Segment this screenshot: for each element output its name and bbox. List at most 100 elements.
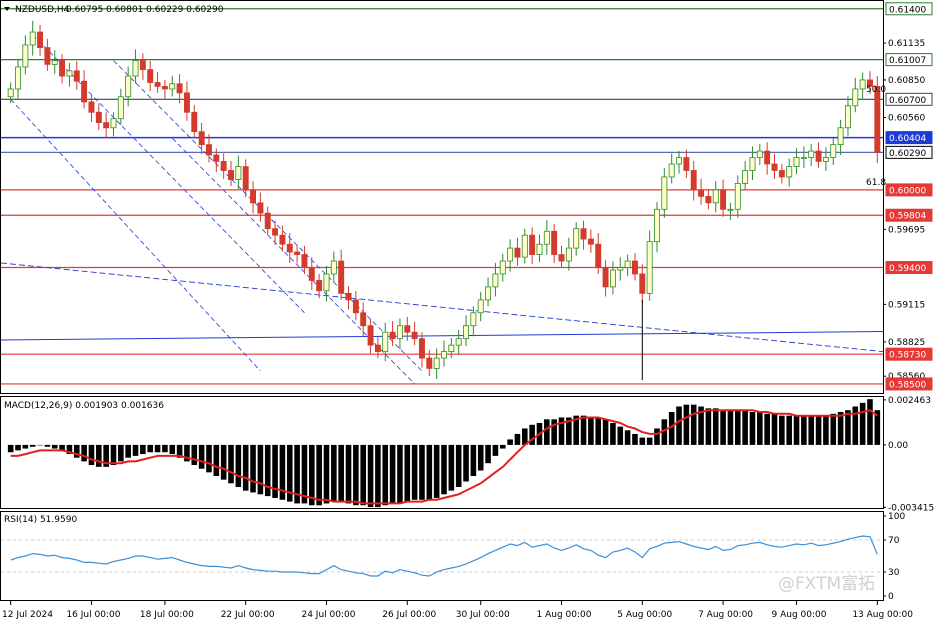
macd-bar [125,444,131,458]
candle-bear [360,312,367,327]
level-tag-label: 0.61007 [889,56,926,66]
candle-bear [595,243,602,268]
candle-bear [95,111,102,124]
candle-bull [470,312,477,327]
macd-bar [389,444,396,504]
candle-bear [286,243,293,253]
rsi-tick-label: 30 [888,568,900,578]
chart-ohlc: 0.60795 0.60801 0.60229 0.60290 [66,5,224,15]
candle-bull [463,325,470,340]
macd-bar [852,406,859,445]
macd-bar [595,417,602,445]
candle-bull [859,79,866,90]
macd-bar [132,444,139,456]
macd-bar [257,444,264,495]
macd-bar [206,444,212,473]
macd-bar [162,444,168,453]
candle-bear [301,254,308,268]
macd-bar [360,444,367,506]
macd-bar [764,413,770,445]
candle-bull [727,208,734,211]
candle-bull [543,230,550,245]
candle-bull [15,66,21,90]
time-tick-label: 13 Aug 00:00 [852,610,913,620]
time-tick-label: 5 Aug 00:00 [617,610,672,620]
macd-bar [830,413,837,445]
macd-bar [250,444,256,493]
candle-bear [587,238,594,245]
macd-bar [140,444,146,455]
time-tick-label: 30 Jul 00:00 [456,610,510,620]
candle-bear [272,228,279,236]
watermark: @FXTM富拓 [778,574,875,594]
candle-bull [521,234,528,258]
macd-bar [118,444,124,462]
macd-bar [654,428,660,445]
candle-bull [132,60,139,77]
macd-bar [867,399,873,445]
macd-bar [191,444,198,466]
candle-bull [800,157,807,159]
macd-bar [88,444,95,466]
candle-bear [815,150,822,162]
candle-bull [455,338,462,346]
candle-bear [250,189,257,204]
candle-bull [110,118,117,129]
candle-bull [712,189,719,204]
candle-bull [117,96,124,120]
macd-bar [169,444,176,455]
candle-bear [37,31,44,48]
candle-bull [382,331,389,353]
candle-bull [852,88,859,107]
macd-bar [448,444,455,491]
candle-bull [477,299,484,314]
macd-bar [7,444,14,453]
level-tag-label: 0.59400 [889,264,926,274]
candle-bear [154,82,161,87]
candle-bear [764,150,771,165]
candle-bear [44,47,51,65]
candle-bear [242,166,249,191]
candle-bear [161,85,168,90]
time-tick-label: 12 Jul 2024 [2,610,53,620]
candle-bear [705,195,712,204]
macd-tick-label: 0.00 [888,441,908,451]
candle-bull [66,70,73,77]
macd-bar [316,444,322,506]
rsi-tick-label: 0 [888,592,894,602]
candle-bear [220,161,227,171]
candle-bear [367,325,374,346]
price-level-tags[interactable]: 0.61400 0.61007 0.60700 0.60404 0.60290 0.600… [885,2,933,391]
macd-bar [580,415,587,445]
candle-bear [698,189,705,197]
macd-bar [588,417,594,445]
macd-bar [837,411,844,445]
macd-bar [220,444,227,480]
macd-bar [154,444,161,453]
candle-bull [441,351,447,359]
macd-bar [499,444,506,449]
candle-bear [720,189,727,210]
candle-bear [683,157,690,171]
macd-bar [683,404,690,445]
macd-bar [632,433,638,445]
candle-bear [147,69,154,83]
macd-bar [676,406,682,445]
macd-tick-label: 0.002463 [888,396,931,406]
candle-bear [778,170,785,178]
candle-bull [22,44,29,68]
time-tick-label: 16 Jul 00:00 [66,610,120,620]
candle-bull [822,157,829,162]
macd-bar [81,444,87,462]
macd-bar [353,444,359,506]
macd-bar [823,415,829,445]
candle-bear [103,122,110,129]
macd-bar [441,444,447,495]
macd-bar [433,444,440,498]
candle-bull [609,269,616,288]
macd-bar [690,404,697,445]
macd-bar [375,444,381,508]
level-tag-label: 0.58730 [889,351,926,361]
level-tag-label: 0.61400 [889,5,926,15]
candle-bull [661,176,668,210]
